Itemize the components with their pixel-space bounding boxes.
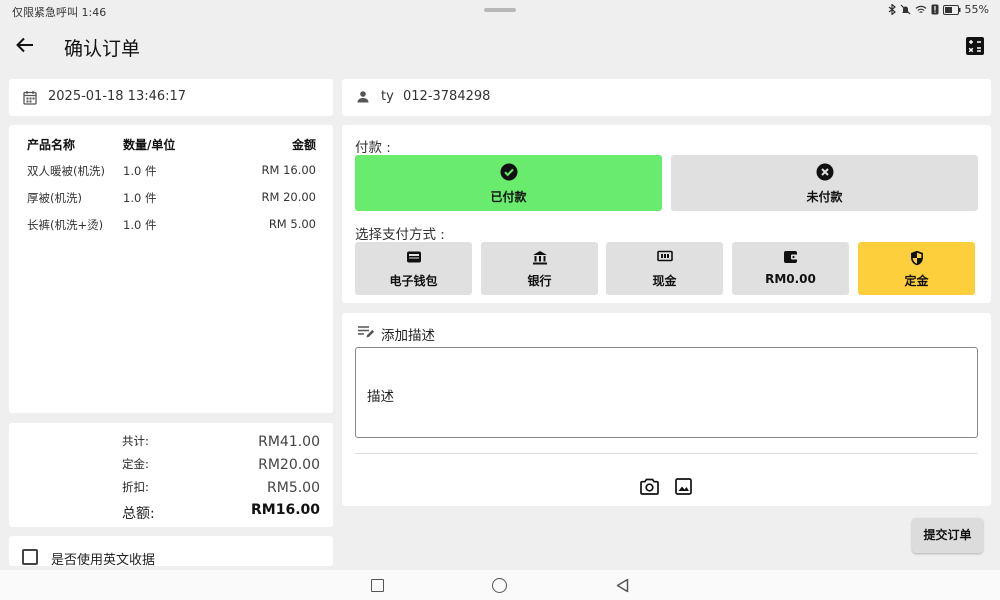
- table-row: 厚被(机洗) 1.0 件 RM 20.00: [9, 190, 333, 216]
- check-circle-icon: [500, 163, 517, 181]
- person-icon: [357, 91, 369, 103]
- item-amount: RM 20.00: [261, 190, 317, 204]
- home-icon[interactable]: [492, 578, 507, 593]
- bank-icon: [532, 251, 547, 265]
- status-text: 仅限紧急呼叫 1:46: [12, 6, 107, 19]
- order-items-table: 产品名称 数量/单位 金额 双人暖被(机洗) 1.0 件 RM 16.00 厚被…: [9, 125, 333, 413]
- customer-name: ty: [381, 89, 394, 104]
- wallet-card-icon: [406, 251, 421, 263]
- back-arrow-icon[interactable]: [14, 34, 36, 56]
- deposit-value: RM20.00: [258, 457, 320, 473]
- image-icon[interactable]: [675, 478, 692, 495]
- unpaid-button[interactable]: 未付款: [671, 155, 978, 211]
- discount-label: 折扣:: [122, 480, 149, 494]
- status-icons: 55%: [888, 3, 989, 16]
- camera-icon[interactable]: [640, 478, 659, 495]
- total-label: 总额:: [122, 506, 155, 522]
- column-header-quantity: 数量/单位: [123, 138, 176, 152]
- paid-label: 已付款: [490, 190, 527, 204]
- item-amount: RM 16.00: [261, 163, 317, 177]
- method-deposit-button[interactable]: 定金: [858, 242, 975, 295]
- system-navigation-bar: [0, 570, 1000, 600]
- submit-order-button[interactable]: 提交订单: [912, 518, 983, 553]
- edit-notes-icon: [358, 326, 375, 338]
- item-amount: RM 5.00: [268, 217, 316, 231]
- app-bar: 确认订单: [0, 22, 1000, 72]
- page-title: 确认订单: [64, 38, 141, 60]
- calculator-icon[interactable]: [965, 36, 985, 56]
- method-balance-button[interactable]: RM0.00: [732, 242, 849, 295]
- item-quantity: 1.0 件: [123, 191, 157, 205]
- payment-label: 付款 :: [355, 140, 391, 156]
- wallet-icon: [783, 251, 798, 263]
- description-heading: 添加描述: [381, 328, 435, 344]
- back-triangle-icon[interactable]: [616, 578, 629, 593]
- battery-icon: [942, 4, 961, 15]
- unpaid-label: 未付款: [806, 190, 843, 204]
- order-summary: 共计: RM41.00 定金: RM20.00 折扣: RM5.00 总额: R…: [9, 423, 333, 527]
- paid-button[interactable]: 已付款: [355, 155, 662, 211]
- discount-value: RM5.00: [267, 480, 320, 496]
- recent-apps-icon[interactable]: [371, 579, 384, 592]
- subtotal-label: 共计:: [122, 434, 149, 448]
- bluetooth-icon: [888, 4, 896, 15]
- english-receipt-option[interactable]: 是否使用英文收据: [9, 536, 333, 566]
- table-row: 长裤(机洗+烫) 1.0 件 RM 5.00: [9, 217, 333, 243]
- method-deposit-label: 定金: [904, 274, 929, 288]
- total-value: RM16.00: [251, 502, 320, 518]
- method-cash-label: 现金: [652, 274, 677, 288]
- mute-icon: [900, 4, 910, 15]
- item-name: 双人暖被(机洗): [27, 164, 105, 178]
- alert-icon: [931, 4, 939, 15]
- method-cash-button[interactable]: 现金: [606, 242, 723, 295]
- description-placeholder: 描述: [367, 389, 394, 405]
- drag-handle[interactable]: [484, 8, 516, 12]
- english-receipt-checkbox[interactable]: [22, 549, 38, 565]
- description-input[interactable]: 描述: [355, 347, 978, 438]
- status-bar: 仅限紧急呼叫 1:46 55%: [0, 0, 1000, 22]
- item-quantity: 1.0 件: [123, 218, 157, 232]
- customer-phone: 012-3784298: [403, 89, 491, 104]
- battery-level: 55%: [964, 3, 989, 16]
- table-row: 双人暖被(机洗) 1.0 件 RM 16.00: [9, 163, 333, 189]
- shield-icon: [910, 250, 923, 266]
- method-bank-label: 银行: [527, 274, 552, 288]
- description-card: 添加描述 描述: [342, 313, 991, 506]
- method-bank-button[interactable]: 银行: [481, 242, 598, 295]
- item-name: 厚被(机洗): [27, 191, 82, 205]
- item-name: 长裤(机洗+烫): [27, 218, 104, 232]
- method-ewallet-button[interactable]: 电子钱包: [355, 242, 472, 295]
- order-date-card: 2025-01-18 13:46:17: [9, 79, 333, 116]
- method-balance-label: RM0.00: [765, 272, 816, 286]
- customer-card[interactable]: ty 012-3784298: [342, 79, 991, 116]
- item-quantity: 1.0 件: [123, 164, 157, 178]
- payment-card: 付款 : 已付款 未付款 选择支付方式 : 电子钱包 银行 现金 RM0.00 …: [342, 125, 991, 303]
- column-header-amount: 金额: [291, 138, 316, 152]
- method-ewallet-label: 电子钱包: [389, 274, 438, 288]
- subtotal-value: RM41.00: [258, 434, 320, 450]
- wifi-icon: [915, 5, 926, 13]
- column-header-product: 产品名称: [27, 138, 76, 152]
- calendar-icon: [23, 91, 37, 105]
- order-datetime: 2025-01-18 13:46:17: [48, 89, 187, 104]
- english-receipt-label: 是否使用英文收据: [51, 553, 156, 566]
- divider: [355, 453, 978, 454]
- deposit-label: 定金:: [122, 457, 149, 471]
- cash-icon: [656, 250, 673, 262]
- payment-method-label: 选择支付方式 :: [355, 227, 445, 243]
- cancel-circle-icon: [816, 163, 833, 181]
